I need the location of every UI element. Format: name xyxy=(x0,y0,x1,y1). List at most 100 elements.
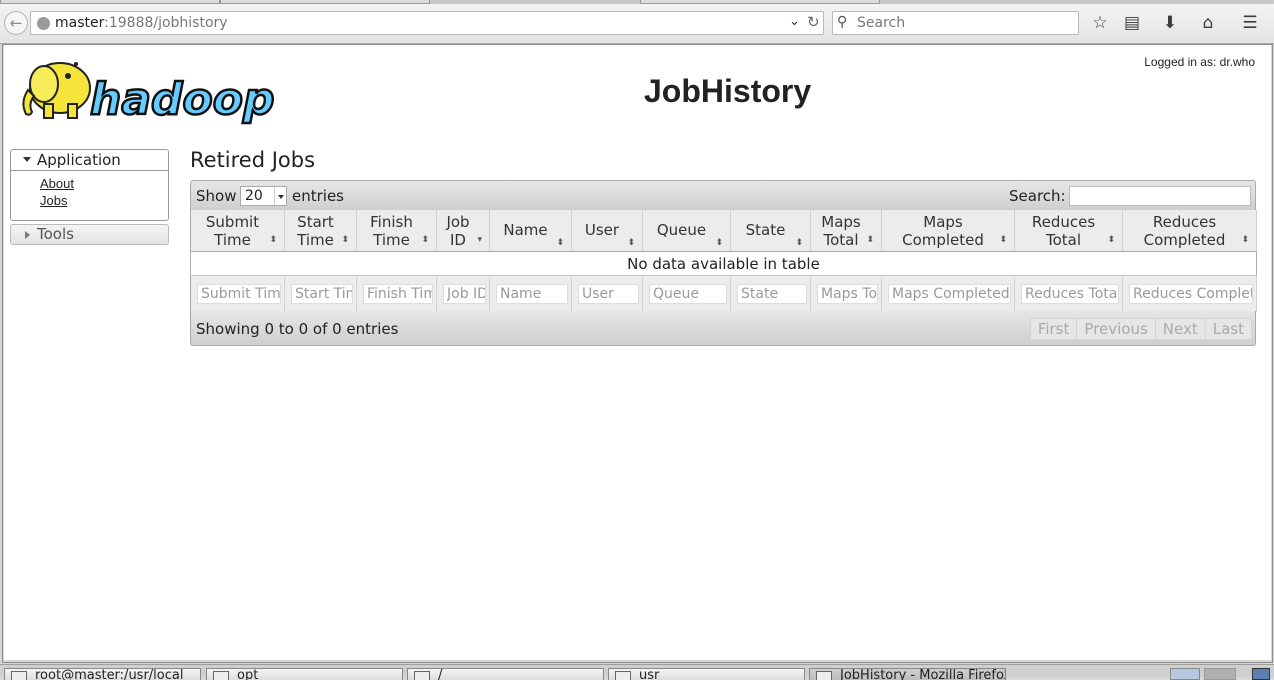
column-header[interactable]: Reduces Completed ⬍ xyxy=(1122,210,1257,252)
column-filter-cell xyxy=(489,275,572,312)
search-label: Search: xyxy=(1009,187,1066,205)
reading-list-icon[interactable]: ▤ xyxy=(1121,13,1143,35)
column-header[interactable]: Submit Time ⬍ xyxy=(190,210,285,252)
column-header[interactable]: Start Time ⬍ xyxy=(284,210,357,252)
taskbar-item-folder[interactable]: opt xyxy=(206,668,403,680)
back-button[interactable]: ← xyxy=(4,11,28,35)
column-header[interactable]: Queue ⬍ xyxy=(642,210,731,252)
taskbar-item-label: JobHistory - Mozilla Firefox xyxy=(840,668,1006,680)
column-header-label: State xyxy=(745,221,786,239)
home-icon[interactable]: ⌂ xyxy=(1197,13,1219,35)
column-filter-input[interactable] xyxy=(496,284,568,304)
column-filter-input[interactable] xyxy=(197,284,281,304)
column-header[interactable]: Job ID ▾ xyxy=(436,210,490,252)
sidebar-tools-label: Tools xyxy=(37,225,74,243)
column-filter-cell xyxy=(730,275,811,312)
column-header[interactable]: Maps Completed ⬍ xyxy=(881,210,1015,252)
last-page-button[interactable]: Last xyxy=(1204,318,1252,340)
page-title: JobHistory xyxy=(644,73,812,109)
column-header-label: Job xyxy=(446,212,470,231)
column-filter-input[interactable] xyxy=(1021,284,1119,304)
search-bar[interactable]: ⚲ Search xyxy=(832,11,1079,35)
tray-icon[interactable] xyxy=(1204,668,1236,680)
column-header[interactable]: Maps Total ⬍ xyxy=(810,210,882,252)
folder-icon xyxy=(414,671,430,680)
menu-icon[interactable]: ☰ xyxy=(1239,13,1261,35)
table-search-input[interactable] xyxy=(1069,186,1251,206)
next-page-button[interactable]: Next xyxy=(1154,318,1206,340)
sort-icon: ⬍ xyxy=(269,235,277,245)
column-filter-input[interactable] xyxy=(291,284,353,304)
taskbar-item-label: root@master:/usr/local xyxy=(35,668,184,680)
column-filter-cell xyxy=(284,275,357,312)
empty-message: No data available in table xyxy=(627,254,820,273)
tray-icon[interactable] xyxy=(1170,668,1200,680)
column-header[interactable]: Finish Time ⬍ xyxy=(356,210,437,252)
caret-down-icon xyxy=(23,157,31,162)
sort-icon: ⬍ xyxy=(866,235,874,245)
table-header-row: Submit Time ⬍ Start Time ⬍ Finish Time ⬍ Job ID ▾ Na… xyxy=(190,210,1257,252)
reload-icon[interactable]: ↻ xyxy=(807,13,820,31)
url-bar[interactable]: master:19888/jobhistory ⌄ ↻ xyxy=(30,11,824,35)
sort-icon: ⬍ xyxy=(999,235,1007,245)
sidebar-application-label: Application xyxy=(37,151,121,169)
taskbar-item-label: usr xyxy=(639,668,660,680)
section-title: Retired Jobs xyxy=(190,148,316,172)
chevron-down-icon xyxy=(274,187,286,205)
sidebar-link-about[interactable]: About xyxy=(40,176,74,191)
sidebar-tools-header[interactable]: Tools xyxy=(10,224,169,245)
column-filter-input[interactable] xyxy=(888,284,1011,304)
page-size-select[interactable]: 20 xyxy=(240,186,287,206)
page-content: hadoop Logged in as: dr.who JobHistory A… xyxy=(4,45,1271,660)
navigation-toolbar: ← master:19888/jobhistory ⌄ ↻ ⚲ Search ☆… xyxy=(0,4,1274,44)
column-filter-input[interactable] xyxy=(737,284,807,304)
page-size-value: 20 xyxy=(245,188,263,204)
column-filter-input[interactable] xyxy=(363,284,433,304)
taskbar-item-folder[interactable]: / xyxy=(407,668,604,680)
column-header-label: User xyxy=(584,221,620,239)
column-filter-input[interactable] xyxy=(443,284,486,304)
jobs-table: Submit Time ⬍ Start Time ⬍ Finish Time ⬍ Job ID ▾ Na… xyxy=(190,210,1257,312)
first-page-button[interactable]: First xyxy=(1029,318,1078,340)
column-filter-input[interactable] xyxy=(1129,284,1253,304)
pagination: First Previous Next Last xyxy=(1029,318,1252,340)
taskbar-item-terminal[interactable]: root@master:/usr/local xyxy=(4,668,201,680)
column-header-label: Maps xyxy=(923,212,963,231)
folder-icon xyxy=(615,671,631,680)
column-header[interactable]: User ⬍ xyxy=(571,210,643,252)
entries-label: entries xyxy=(292,187,344,205)
taskbar-item-folder[interactable]: usr xyxy=(608,668,805,680)
chevron-down-icon[interactable]: ⌄ xyxy=(789,14,800,29)
sidebar-link-jobs[interactable]: Jobs xyxy=(40,193,67,208)
sidebar-application-section: Application About Jobs xyxy=(10,149,169,221)
hadoop-logo[interactable]: hadoop xyxy=(14,54,314,126)
bookmark-star-icon[interactable]: ☆ xyxy=(1089,13,1111,35)
column-filter-cell xyxy=(356,275,437,312)
site-identity-icon[interactable] xyxy=(37,17,50,30)
column-header-label: Name xyxy=(503,221,548,239)
terminal-icon xyxy=(11,671,27,680)
url-text[interactable]: master:19888/jobhistory xyxy=(55,15,228,31)
table-row: No data available in table xyxy=(191,252,1257,276)
column-header[interactable]: State ⬍ xyxy=(730,210,811,252)
column-header-label: Finish xyxy=(370,212,413,231)
column-filter-cell xyxy=(642,275,731,312)
sort-desc-icon: ▾ xyxy=(477,235,482,245)
taskbar-item-firefox[interactable]: JobHistory - Mozilla Firefox xyxy=(809,668,1006,680)
show-label: Show xyxy=(196,187,237,205)
column-filter-input[interactable] xyxy=(578,284,639,304)
column-filter-input[interactable] xyxy=(817,284,878,304)
sort-icon: ⬍ xyxy=(421,235,429,245)
column-header-label: Total xyxy=(823,230,859,249)
column-filter-cell xyxy=(436,275,490,312)
column-header-label: Maps xyxy=(821,212,861,231)
tray-icon[interactable] xyxy=(1252,668,1270,680)
column-filter-input[interactable] xyxy=(649,284,727,304)
column-header[interactable]: Reduces Total ⬍ xyxy=(1014,210,1123,252)
sidebar-application-header[interactable]: Application xyxy=(11,150,168,171)
column-header[interactable]: Name ⬍ xyxy=(489,210,572,252)
download-icon[interactable]: ⬇ xyxy=(1159,13,1181,35)
table-footer: Showing 0 to 0 of 0 entries First Previo… xyxy=(190,311,1256,346)
previous-page-button[interactable]: Previous xyxy=(1076,318,1156,340)
firefox-icon xyxy=(816,671,832,680)
